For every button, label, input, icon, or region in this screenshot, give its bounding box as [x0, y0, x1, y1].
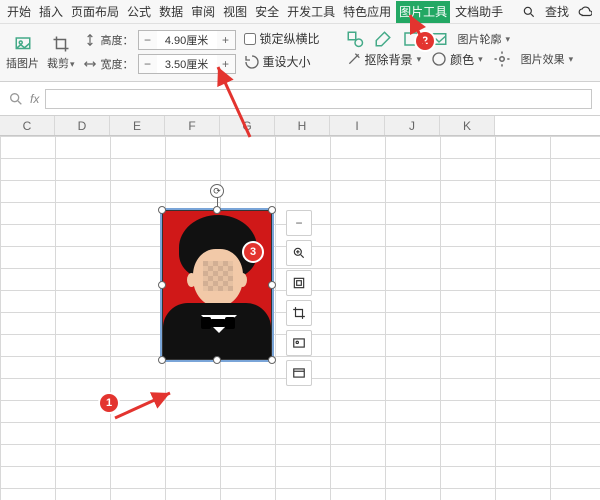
resize-handle[interactable] [268, 206, 276, 214]
menu-view[interactable]: 视图 [220, 1, 250, 23]
col-header[interactable]: K [440, 116, 495, 135]
col-header[interactable]: E [110, 116, 165, 135]
spreadsheet-grid: C D E F G H I J K ⟳ − [0, 116, 600, 500]
height-increase-button[interactable]: + [217, 31, 235, 49]
annotation-3: 3 [244, 243, 262, 261]
menu-start[interactable]: 开始 [4, 1, 34, 23]
width-input[interactable] [157, 58, 217, 70]
col-header[interactable]: D [55, 116, 110, 135]
annotation-1: 1 [100, 394, 118, 412]
dropdown-icon[interactable] [8, 91, 24, 107]
col-header[interactable]: J [385, 116, 440, 135]
menu-review[interactable]: 审阅 [188, 1, 218, 23]
remove-bg-button[interactable]: 抠除背景 [346, 51, 422, 68]
menu-safety[interactable]: 安全 [252, 1, 282, 23]
menu-insert[interactable]: 插入 [36, 1, 66, 23]
reset-size-button[interactable]: 重设大小 [244, 53, 320, 70]
mini-more-button[interactable] [286, 360, 312, 386]
height-input[interactable] [157, 34, 217, 46]
rotate-handle[interactable]: ⟳ [210, 184, 224, 198]
picture-icon [14, 35, 32, 53]
resize-handle[interactable] [268, 281, 276, 289]
resize-handle[interactable] [268, 356, 276, 364]
height-icon [83, 33, 97, 47]
menu-devtools[interactable]: 开发工具 [284, 1, 338, 23]
col-header[interactable]: H [275, 116, 330, 135]
resize-handle[interactable] [213, 206, 221, 214]
effects-button[interactable]: 图片效果 [521, 51, 574, 67]
magic-icon [346, 51, 362, 67]
cloud-icon[interactable] [578, 5, 592, 19]
lock-ratio-checkbox[interactable]: 锁定纵横比 [244, 30, 320, 47]
size-group: 高度： − + 宽度： − + [83, 30, 236, 74]
menu-bar: 开始 插入 页面布局 公式 数据 审阅 视图 安全 开发工具 特色应用 图片工具… [0, 0, 600, 24]
height-decrease-button[interactable]: − [139, 31, 157, 49]
search-icon[interactable] [522, 5, 536, 19]
mini-collapse-button[interactable]: − [286, 210, 312, 236]
width-decrease-button[interactable]: − [139, 55, 157, 73]
selected-image[interactable]: ⟳ [162, 210, 272, 360]
formula-input[interactable] [45, 89, 592, 109]
annotation-arrow-1 [110, 388, 180, 428]
mini-crop-button[interactable] [286, 300, 312, 326]
formula-bar: fx [0, 82, 600, 116]
palette-icon [431, 51, 447, 67]
width-icon [83, 57, 97, 71]
menu-doc-helper[interactable]: 文档助手 [452, 1, 506, 23]
resize-handle[interactable] [158, 281, 166, 289]
resize-handle[interactable] [158, 356, 166, 364]
color-button[interactable]: 颜色 [431, 51, 483, 68]
lock-ratio-input[interactable] [244, 33, 256, 45]
adjust-icon[interactable] [493, 50, 511, 68]
pen-icon[interactable] [374, 30, 392, 48]
find-label[interactable]: 查找 [542, 1, 572, 23]
shape-icon[interactable] [346, 30, 364, 48]
column-headers: C D E F G H I J K [0, 116, 600, 136]
resize-handle[interactable] [158, 206, 166, 214]
resize-handle[interactable] [213, 356, 221, 364]
outline-button[interactable]: 图片轮廓 [458, 31, 511, 47]
menu-formula[interactable]: 公式 [124, 1, 154, 23]
cell-area[interactable]: ⟳ − 1 3 [0, 136, 600, 500]
height-label: 高度： [101, 32, 134, 48]
fx-label: fx [30, 92, 39, 106]
col-header[interactable]: C [0, 116, 55, 135]
menu-picture-tools[interactable]: 图片工具 [396, 1, 450, 23]
id-photo[interactable] [162, 210, 272, 360]
mini-fit-button[interactable] [286, 270, 312, 296]
annotation-2: 2 [416, 32, 434, 50]
col-header[interactable]: I [330, 116, 385, 135]
crop-icon [52, 35, 70, 53]
width-label: 宽度： [101, 56, 134, 72]
col-header[interactable]: G [220, 116, 275, 135]
ribbon: 插图片 裁剪 高度： − + 宽度： − + 锁定纵横比 [0, 24, 600, 82]
height-spinner[interactable]: − + [138, 30, 236, 50]
menu-special[interactable]: 特色应用 [340, 1, 394, 23]
menu-data[interactable]: 数据 [156, 1, 186, 23]
width-increase-button[interactable]: + [217, 55, 235, 73]
image-mini-toolbar: − [286, 210, 312, 386]
insert-picture-button[interactable]: 插图片 [6, 30, 39, 76]
mini-zoom-button[interactable] [286, 240, 312, 266]
menu-layout[interactable]: 页面布局 [68, 1, 122, 23]
mini-replace-button[interactable] [286, 330, 312, 356]
reset-icon [244, 54, 260, 70]
crop-button[interactable]: 裁剪 [47, 30, 75, 76]
width-spinner[interactable]: − + [138, 54, 236, 74]
col-header[interactable]: F [165, 116, 220, 135]
